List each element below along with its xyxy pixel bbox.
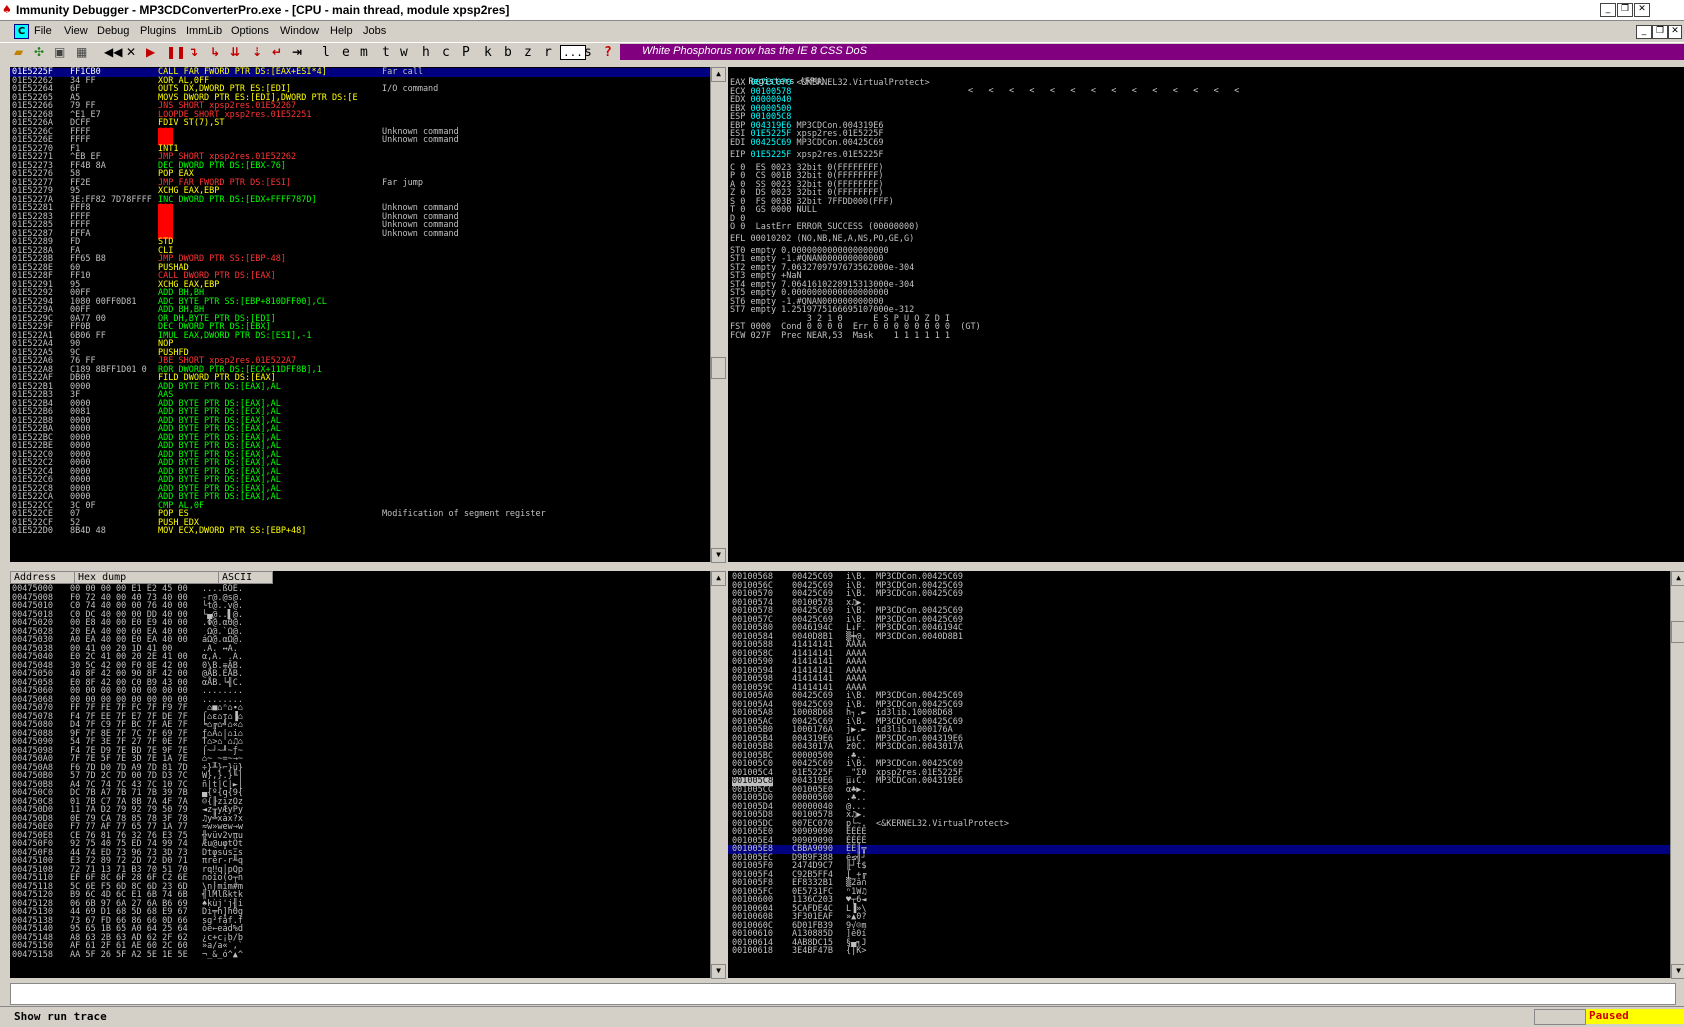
restart-icon[interactable]: ◀◀	[104, 45, 122, 59]
pause-icon[interactable]: ❚❚	[166, 45, 186, 59]
toolbar-w[interactable]: w	[400, 45, 408, 60]
menu-view[interactable]: View	[64, 25, 88, 37]
minimize-button[interactable]: _	[1600, 3, 1616, 17]
dump-header-hex[interactable]: Hex dump	[74, 571, 219, 584]
dump-pane[interactable]: Address Hex dump ASCII 00475000 00 00 00 …	[10, 571, 710, 978]
disasm-bytes: 8B4D 48	[70, 526, 106, 536]
open-icon[interactable]: ▰	[14, 45, 23, 59]
fpu-row: FCW 027F Prec NEAR,53 Mask 1 1 1 1 1 1	[730, 330, 951, 341]
flag-row: O 0 LastErr ERROR_SUCCESS (00000000)	[730, 222, 920, 232]
disasm-row[interactable]: 01E522D0 8B4D 48 MOV ECX,DWORD PTR SS:[EBP…	[10, 527, 710, 536]
menu-help[interactable]: Help	[330, 25, 353, 37]
toolbar-P[interactable]: P	[462, 45, 470, 60]
register-comment: xpsp2res.01E5225F	[791, 150, 884, 160]
toolbar-c[interactable]: c	[442, 45, 450, 60]
scroll-thumb[interactable]	[711, 357, 726, 379]
toolbar-r[interactable]: r	[544, 45, 552, 60]
menu-debug[interactable]: Debug	[97, 25, 129, 37]
run-icon[interactable]: ▶	[146, 45, 155, 59]
stack-scroll-thumb[interactable]	[1671, 621, 1684, 643]
stack-pane[interactable]: 00100568 00425C69 i\B. MP3CDCon.00425C69 001…	[728, 571, 1670, 978]
stack-scroll-up-icon[interactable]: ▲	[1671, 571, 1684, 586]
toolbar-e[interactable]: e	[342, 45, 350, 60]
console-icon[interactable]: ▣	[54, 45, 65, 59]
register-comment: <&KERNEL32.VirtualProtect>	[791, 78, 930, 88]
step-into-icon[interactable]: ↴	[188, 45, 198, 59]
dump-header-address[interactable]: Address	[10, 571, 75, 584]
toolbar-m[interactable]: m	[360, 45, 368, 60]
dump-scroll-up-icon[interactable]: ▲	[711, 571, 726, 586]
efl-row: EFL 00010202 (NO,NB,NE,A,NS,PO,GE,G)	[730, 233, 915, 244]
menu-jobs[interactable]: Jobs	[363, 25, 386, 37]
disassembly-scrollbar[interactable]: ▲ ▼	[710, 67, 726, 563]
status-bar: Show run trace Paused	[0, 1006, 1684, 1027]
command-input[interactable]	[10, 983, 1676, 1005]
stack-row[interactable]: 00100618 3E4BF47B {⌠K>	[728, 947, 1670, 956]
menu-window[interactable]: Window	[280, 25, 319, 37]
paused-badge: Paused	[1586, 1009, 1684, 1024]
app-icon: ♠	[2, 3, 12, 16]
toolbar-b[interactable]: b	[504, 45, 512, 60]
stack-address: 00100618	[732, 946, 773, 956]
child-close-button[interactable]: ✕	[1668, 25, 1682, 39]
register-row[interactable]: EIP 01E5225F xpsp2res.01E5225F	[730, 151, 1630, 160]
dump-scrollbar[interactable]: ▲ ▼	[710, 571, 726, 979]
disasm-instruction: MOV ECX,DWORD PTR SS:[EBP+48]	[158, 526, 307, 536]
disassembly-pane[interactable]: 01E5225F FF1CB0 CALL FAR FWORD PTR DS:[EAX…	[10, 67, 710, 562]
trace-into-icon[interactable]: ⇊	[230, 45, 240, 59]
toolbar-s[interactable]: s	[584, 45, 592, 60]
title-bar: ♠ Immunity Debugger - MP3CDConverterPro.…	[0, 0, 1684, 21]
toolbar-h[interactable]: h	[422, 45, 430, 60]
cpu-icon[interactable]: C	[14, 24, 29, 39]
dump-row[interactable]: 00475158 AA 5F 26 5F A2 5E 1E 5E ¬_&_ó^▲^	[12, 949, 312, 960]
scroll-up-icon[interactable]: ▲	[711, 67, 726, 82]
stack-value: 3E4BF47B	[792, 946, 833, 956]
dump-scroll-down-icon[interactable]: ▼	[711, 964, 726, 979]
dump-ascii: ¬_&_ó^▲^	[202, 949, 243, 960]
execute-till-return-icon[interactable]: ↵	[272, 45, 282, 59]
attach-icon[interactable]: ✣	[34, 45, 44, 59]
menu-bar: C File View Debug Plugins ImmLib Options…	[0, 21, 1684, 41]
child-restore-button[interactable]: ❐	[1652, 25, 1668, 39]
toolbar-z[interactable]: z	[524, 45, 532, 60]
menu-plugins[interactable]: Plugins	[140, 25, 176, 37]
toolbar-l[interactable]: l	[322, 45, 330, 60]
goto-icon[interactable]: ⇥	[292, 45, 302, 59]
status-separator	[1534, 1009, 1586, 1025]
news-banner[interactable]: White Phosphorus now has the IE 8 CSS Do…	[620, 44, 1684, 60]
stack-scrollbar[interactable]: ▲ ▼	[1670, 571, 1684, 979]
scroll-down-icon[interactable]: ▼	[711, 548, 726, 563]
stack-scroll-down-icon[interactable]: ▼	[1671, 964, 1684, 979]
close-button[interactable]: ✕	[1634, 3, 1650, 17]
register-value: 00425C69	[745, 137, 792, 148]
trace-over-icon[interactable]: ⇣	[252, 45, 262, 59]
register-comment: MP3CDCon.00425C69	[791, 137, 884, 148]
register-name: EDI	[730, 137, 746, 148]
dump-header-ascii[interactable]: ASCII	[218, 571, 273, 584]
menu-immlib[interactable]: ImmLib	[186, 25, 222, 37]
close-program-icon[interactable]: ✕	[126, 45, 136, 59]
dump-address: 00475158	[12, 949, 53, 960]
toolbar-t[interactable]: t	[382, 45, 390, 60]
register-value: 01E5225F	[745, 150, 792, 160]
toolbar-k[interactable]: k	[484, 45, 492, 60]
status-text: Show run trace	[14, 1010, 107, 1023]
help-icon[interactable]: ?	[604, 45, 612, 60]
toolbar-ellipsis[interactable]: ...	[560, 45, 586, 60]
grid-icon[interactable]: ▦	[76, 45, 87, 59]
step-over-icon[interactable]: ↳	[210, 45, 220, 59]
child-minimize-button[interactable]: _	[1636, 25, 1652, 39]
restore-button[interactable]: ❐	[1617, 3, 1633, 17]
menu-file[interactable]: File	[34, 25, 52, 37]
register-name: EIP	[730, 150, 746, 160]
window-title: Immunity Debugger - MP3CDConverterPro.ex…	[16, 3, 510, 17]
menu-options[interactable]: Options	[231, 25, 269, 37]
stack-ascii: {⌠K>	[846, 946, 867, 956]
dump-hex: AA 5F 26 5F A2 5E 1E 5E	[70, 949, 188, 960]
banner-text: White Phosphorus now has the IE 8 CSS Do…	[642, 45, 868, 57]
disasm-address: 01E522D0	[12, 526, 53, 536]
registers-pane[interactable]: Registers (FPU) < < < < < < < < < < < < …	[728, 67, 1684, 562]
